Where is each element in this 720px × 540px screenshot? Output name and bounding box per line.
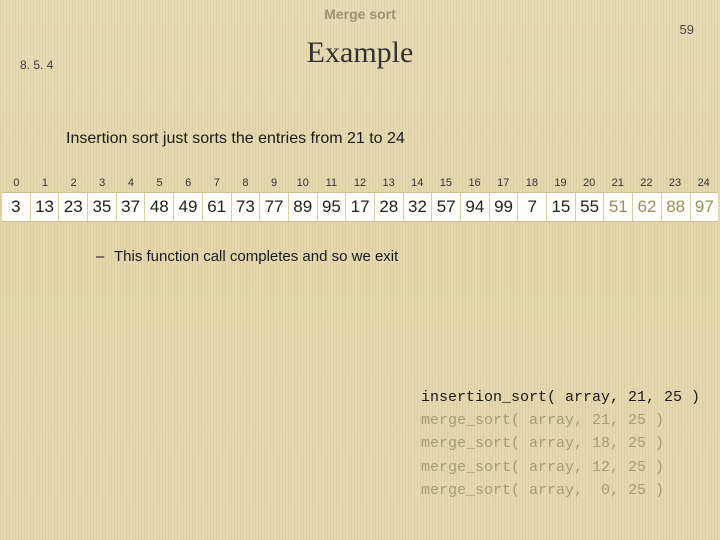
index-row: 0123456789101112131415161718192021222324 — [2, 177, 718, 189]
array-cell: 3 — [2, 193, 30, 221]
call-stack-line: insertion_sort( array, 21, 25 ) — [421, 386, 700, 409]
slide-title: Example — [0, 36, 720, 70]
array-cell: 62 — [632, 193, 661, 221]
array-cell: 37 — [116, 193, 145, 221]
array-cell: 48 — [144, 193, 173, 221]
index-cell: 12 — [346, 177, 375, 189]
index-cell: 6 — [174, 177, 203, 189]
array-cell: 23 — [58, 193, 87, 221]
call-stack: insertion_sort( array, 21, 25 )merge_sor… — [421, 386, 700, 502]
index-cell: 14 — [403, 177, 432, 189]
page-number: 59 — [680, 22, 694, 37]
array-cell: 61 — [202, 193, 231, 221]
call-stack-line: merge_sort( array, 0, 25 ) — [421, 479, 700, 502]
index-cell: 22 — [632, 177, 661, 189]
array-cell: 73 — [231, 193, 260, 221]
array-cell: 77 — [259, 193, 288, 221]
array-row: 3132335374849617377899517283257949971555… — [2, 192, 718, 222]
index-cell: 0 — [2, 177, 31, 189]
index-cell: 21 — [603, 177, 632, 189]
bullet-dash: – — [96, 248, 114, 265]
index-cell: 23 — [661, 177, 690, 189]
index-cell: 2 — [59, 177, 88, 189]
index-cell: 9 — [260, 177, 289, 189]
statement-text: Insertion sort just sorts the entries fr… — [66, 130, 405, 148]
array-cell: 15 — [546, 193, 575, 221]
index-cell: 13 — [374, 177, 403, 189]
array-cell: 94 — [460, 193, 489, 221]
array-cell: 49 — [173, 193, 202, 221]
array-cell: 97 — [690, 193, 719, 221]
array-cell: 7 — [517, 193, 546, 221]
index-cell: 8 — [231, 177, 260, 189]
array-cell: 55 — [575, 193, 604, 221]
array-cell: 51 — [603, 193, 632, 221]
array-cell: 99 — [489, 193, 518, 221]
index-cell: 11 — [317, 177, 346, 189]
index-cell: 18 — [518, 177, 547, 189]
call-stack-line: merge_sort( array, 18, 25 ) — [421, 432, 700, 455]
array-cell: 35 — [87, 193, 116, 221]
topic-header: Merge sort — [0, 0, 720, 22]
index-cell: 3 — [88, 177, 117, 189]
bullet-line: –This function call completes and so we … — [96, 248, 398, 265]
array-cell: 32 — [403, 193, 432, 221]
index-cell: 7 — [202, 177, 231, 189]
array-cell: 13 — [30, 193, 59, 221]
call-stack-line: merge_sort( array, 21, 25 ) — [421, 409, 700, 432]
array-cell: 28 — [374, 193, 403, 221]
array-cell: 57 — [431, 193, 460, 221]
array-cell: 89 — [288, 193, 317, 221]
index-cell: 1 — [31, 177, 60, 189]
array-cell: 95 — [317, 193, 346, 221]
index-cell: 4 — [117, 177, 146, 189]
index-cell: 15 — [432, 177, 461, 189]
index-cell: 10 — [288, 177, 317, 189]
index-cell: 24 — [689, 177, 718, 189]
bullet-text: This function call completes and so we e… — [114, 248, 398, 265]
call-stack-line: merge_sort( array, 12, 25 ) — [421, 456, 700, 479]
array-cell: 88 — [661, 193, 690, 221]
index-cell: 17 — [489, 177, 518, 189]
index-cell: 16 — [460, 177, 489, 189]
index-cell: 20 — [575, 177, 604, 189]
index-cell: 19 — [546, 177, 575, 189]
section-number: 8. 5. 4 — [20, 58, 53, 72]
index-cell: 5 — [145, 177, 174, 189]
array-cell: 17 — [345, 193, 374, 221]
